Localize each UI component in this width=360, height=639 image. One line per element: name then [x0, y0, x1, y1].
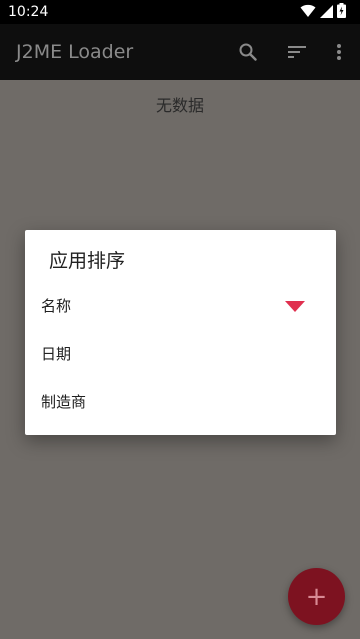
battery-charging-icon	[337, 2, 346, 22]
sort-icon[interactable]	[283, 38, 311, 66]
wifi-icon	[300, 3, 316, 22]
app-bar: J2ME Loader	[0, 24, 360, 80]
sort-option-date[interactable]: 日期	[25, 331, 336, 377]
status-bar: 10:24	[0, 0, 360, 24]
status-icons	[300, 2, 346, 22]
signal-icon	[320, 3, 333, 22]
status-time: 10:24	[8, 4, 49, 20]
sort-option-label: 名称	[41, 297, 72, 315]
sort-option-label: 制造商	[41, 393, 87, 411]
sort-descending-arrow-icon	[285, 301, 305, 312]
app-title: J2ME Loader	[16, 41, 134, 63]
empty-state-text: 无数据	[155, 96, 204, 115]
plus-icon: +	[305, 581, 328, 612]
sort-option-label: 日期	[41, 345, 72, 363]
dialog-title: 应用排序	[49, 250, 126, 272]
sort-option-name[interactable]: 名称	[25, 283, 336, 329]
add-app-button[interactable]: +	[288, 568, 345, 625]
more-vert-icon[interactable]	[325, 38, 353, 66]
sort-option-vendor[interactable]: 制造商	[25, 379, 336, 425]
sort-dialog: 应用排序 名称 日期 制造商	[25, 230, 336, 435]
search-icon[interactable]	[234, 38, 262, 66]
